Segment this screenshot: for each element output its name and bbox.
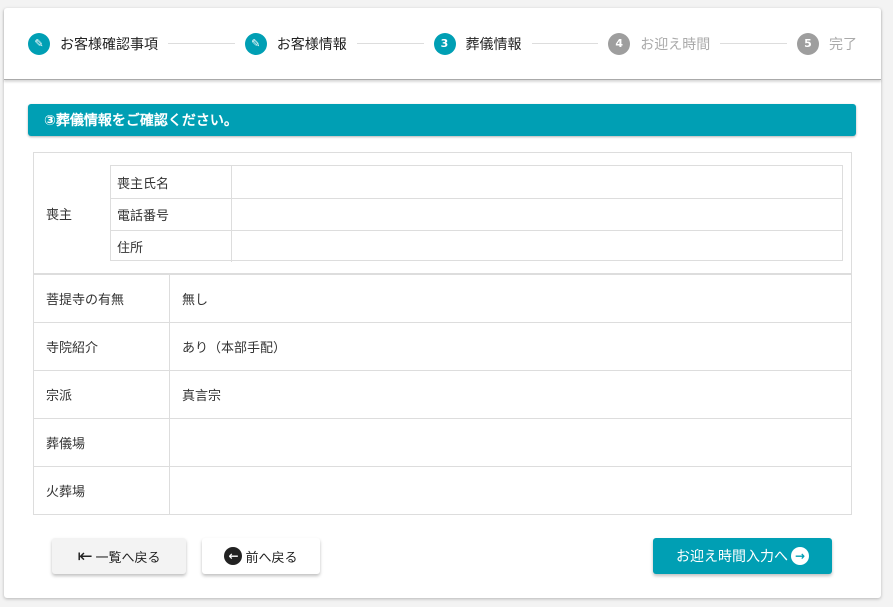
next-button[interactable]: お迎え時間入力へ →: [653, 538, 832, 574]
arrow-left-to-line-icon: ⇤: [77, 545, 93, 567]
field-value: 無し: [182, 293, 209, 308]
field-label: 住所: [111, 231, 232, 262]
table-row: 火葬場: [34, 466, 851, 514]
field-value: 真言宗: [182, 389, 222, 404]
step-number: 5: [797, 32, 819, 55]
field-label: 喪主氏名: [111, 166, 232, 198]
field-value: [170, 419, 851, 466]
field-label: 寺院紹介: [34, 323, 170, 370]
step-label: お客様確認事項: [60, 36, 158, 53]
field-value: [170, 467, 851, 514]
step-connector: [531, 43, 599, 44]
section-banner: ③葬儀情報をご確認ください。: [28, 104, 856, 136]
arrow-circle-right-icon: →: [791, 547, 809, 565]
field-label: 菩提寺の有無: [34, 275, 170, 322]
field-value: あり（本部手配）: [182, 341, 287, 356]
mourner-label: 喪主: [46, 207, 73, 223]
step-number: 4: [608, 32, 631, 55]
arrow-circle-left-icon: ←: [224, 547, 243, 565]
step-number: 3: [433, 32, 456, 55]
table-row: 菩提寺の有無 無し: [34, 274, 851, 322]
step-connector: [356, 43, 424, 44]
button-label: 一覧へ戻る: [95, 550, 161, 566]
previous-button[interactable]: ← 前へ戻る: [202, 538, 320, 574]
field-label: 電話番号: [111, 199, 232, 230]
step-complete: 5 完了: [797, 32, 857, 55]
field-value: [232, 199, 842, 230]
step-connector: [720, 43, 787, 44]
field-value: [232, 166, 842, 198]
table-row: 住所: [111, 230, 842, 262]
step-connector: [168, 43, 235, 44]
field-value: [232, 231, 842, 262]
step-label: 完了: [829, 36, 857, 53]
pencil-icon: ✎: [244, 32, 267, 55]
step-label: 葬儀情報: [465, 36, 522, 53]
mourner-table: 喪主氏名 電話番号 住所: [110, 165, 843, 262]
back-to-list-button[interactable]: ⇤ 一覧へ戻る: [52, 538, 186, 574]
main-card: ✎ お客様確認事項 ✎ お客様情報 3 葬儀情報 4 お迎え時間 5 完了 ③葬…: [4, 8, 881, 598]
field-label: 火葬場: [34, 467, 170, 514]
pencil-icon: ✎: [28, 32, 50, 55]
button-label: お迎え時間入力へ: [676, 549, 788, 565]
step-customer-info[interactable]: ✎ お客様情報: [244, 32, 347, 55]
table-row: 喪主氏名: [111, 166, 842, 198]
step-funeral-info: 3 葬儀情報: [433, 32, 522, 55]
step-label: お迎え時間: [640, 36, 711, 53]
mourner-row: 喪主 喪主氏名 電話番号 住所: [34, 153, 851, 274]
table-row: 寺院紹介 あり（本部手配）: [34, 322, 851, 370]
funeral-info-table: 喪主 喪主氏名 電話番号 住所 菩提寺の有無 無し 寺院紹介 あり（本部手配） 宗派…: [33, 152, 852, 515]
button-label: 前へ戻る: [245, 550, 298, 566]
stepper: ✎ お客様確認事項 ✎ お客様情報 3 葬儀情報 4 お迎え時間 5 完了: [4, 8, 881, 80]
field-label: 葬儀場: [34, 419, 170, 466]
field-label: 宗派: [34, 371, 170, 418]
step-customer-confirm[interactable]: ✎ お客様確認事項: [28, 32, 158, 55]
table-row: 葬儀場: [34, 418, 851, 466]
step-pickup-time: 4 お迎え時間: [608, 32, 711, 55]
table-row: 宗派 真言宗: [34, 370, 851, 418]
step-label: お客様情報: [276, 36, 347, 53]
table-row: 電話番号: [111, 198, 842, 230]
